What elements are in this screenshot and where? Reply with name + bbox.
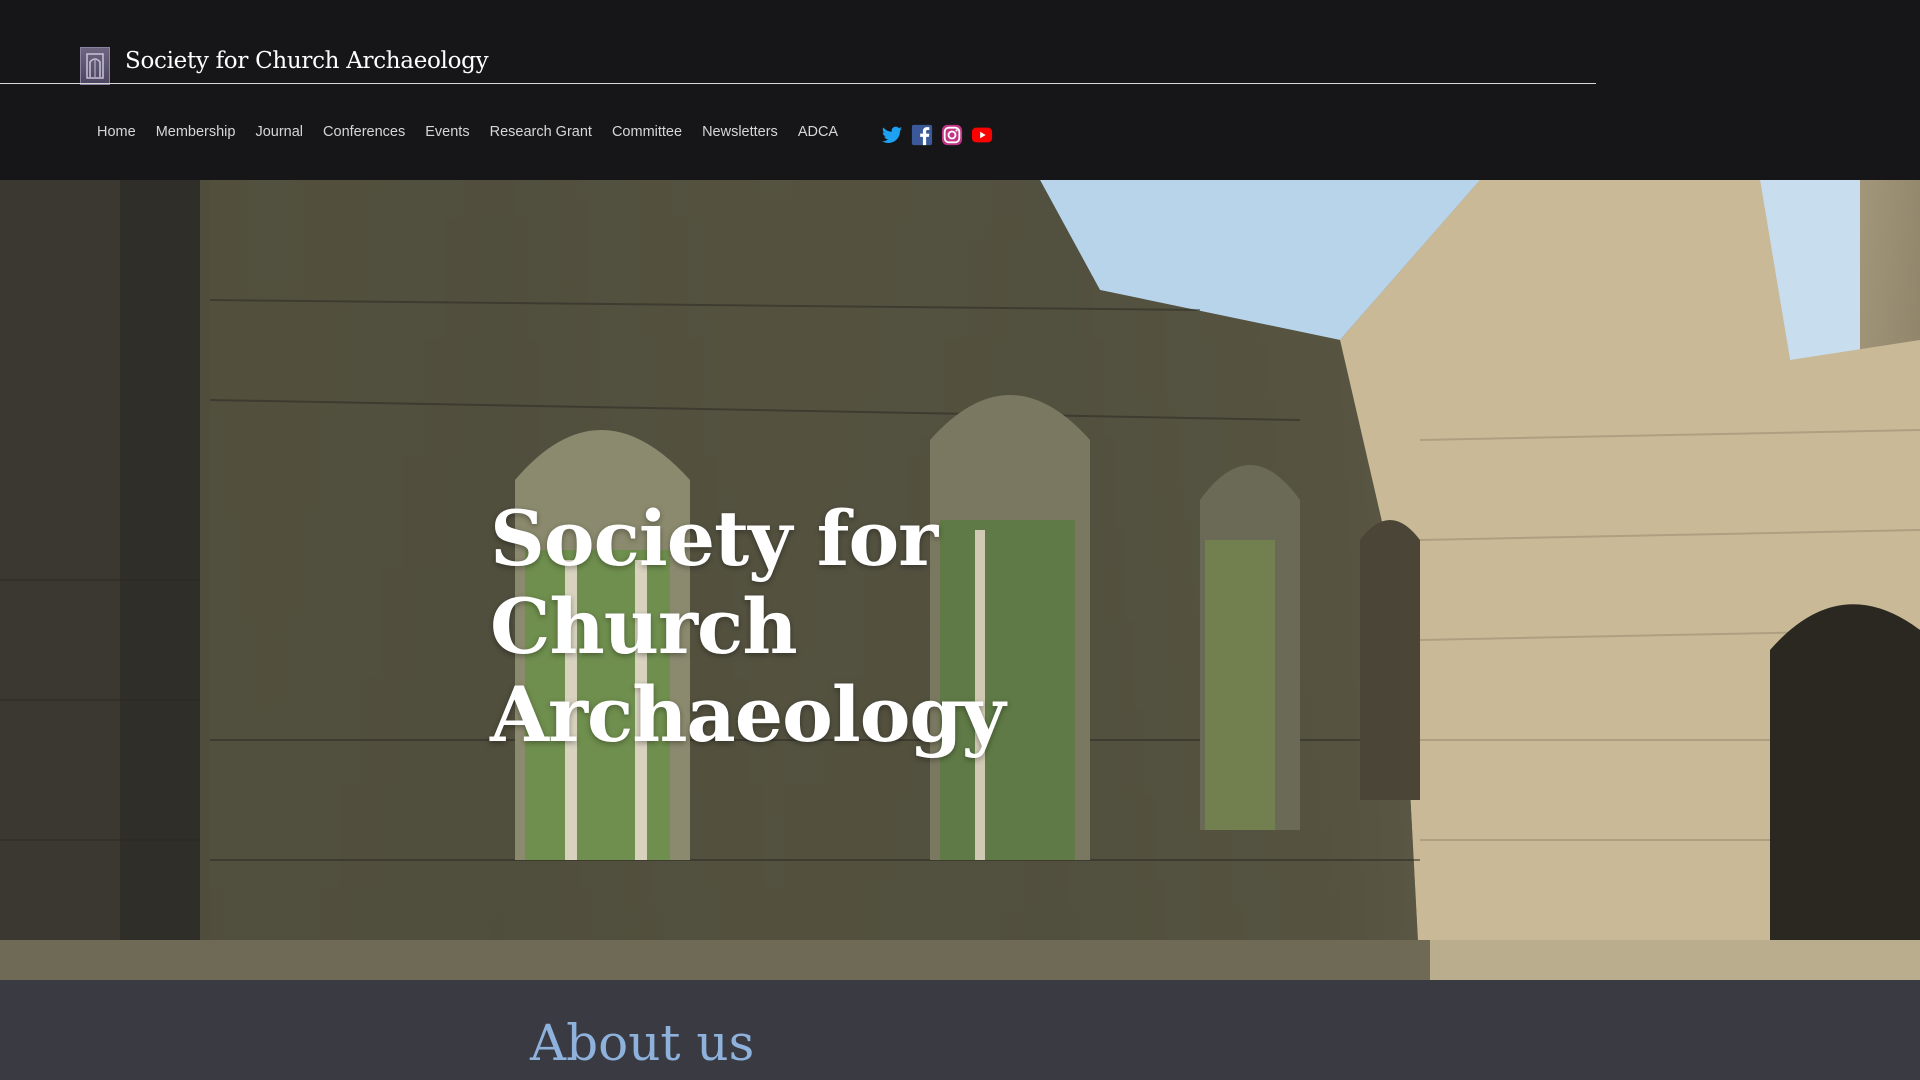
main-nav: Home Membership Journal Conferences Even… (87, 124, 848, 140)
instagram-icon[interactable] (941, 124, 963, 146)
nav-item-membership[interactable]: Membership (146, 124, 246, 140)
site-title[interactable]: Society for Church Archaeology (125, 48, 489, 74)
nav-item-committee[interactable]: Committee (602, 124, 692, 140)
nav-item-journal[interactable]: Journal (245, 124, 313, 140)
about-heading: About us (530, 1014, 755, 1072)
twitter-icon[interactable] (881, 124, 903, 146)
header-divider (0, 83, 1596, 84)
about-section: About us (0, 980, 1920, 1080)
church-window-logo-icon[interactable] (80, 47, 110, 85)
nav-item-events[interactable]: Events (415, 124, 479, 140)
site-header: Society for Church Archaeology Home Memb… (0, 0, 1920, 180)
nav-item-research-grant[interactable]: Research Grant (480, 124, 602, 140)
nav-item-adca[interactable]: ADCA (788, 124, 848, 140)
youtube-icon[interactable] (971, 124, 993, 146)
nav-item-newsletters[interactable]: Newsletters (692, 124, 788, 140)
nav-item-conferences[interactable]: Conferences (313, 124, 415, 140)
nav-item-home[interactable]: Home (87, 124, 146, 140)
facebook-icon[interactable] (911, 124, 933, 146)
hero-banner: Society for Church Archaeology (0, 180, 1920, 980)
social-bar (881, 124, 993, 146)
hero-title: Society for Church Archaeology (490, 494, 1006, 759)
